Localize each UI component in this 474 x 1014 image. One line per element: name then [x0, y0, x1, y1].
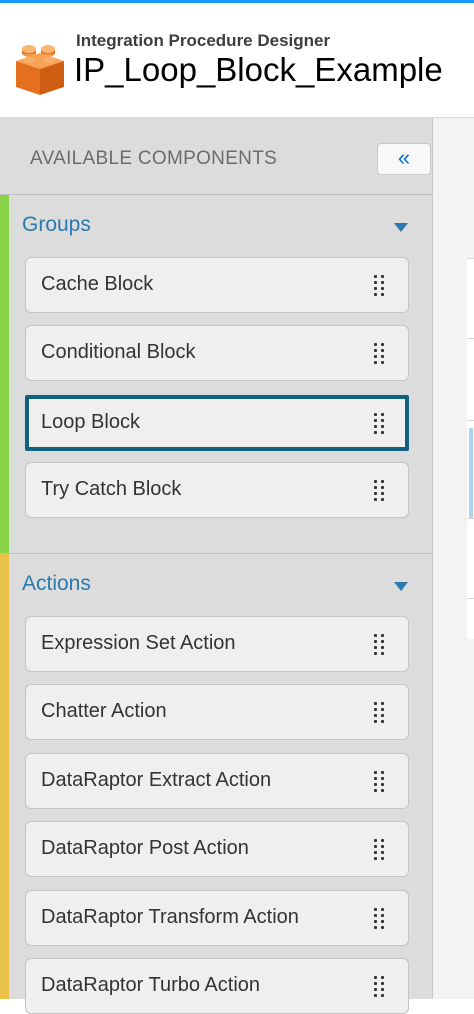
component-label: DataRaptor Extract Action [41, 769, 272, 791]
component-dataraptor-post-action[interactable]: DataRaptor Post Action [25, 821, 409, 877]
drag-handle-icon[interactable] [374, 771, 386, 792]
actions-toggle-icon[interactable] [394, 582, 408, 591]
drag-handle-icon[interactable] [374, 480, 386, 501]
component-label: Expression Set Action [41, 632, 236, 654]
page-header: Integration Procedure Designer IP_Loop_B… [0, 0, 474, 118]
double-chevron-left-icon: « [397, 145, 411, 170]
canvas-edge-segment [467, 338, 474, 421]
drag-handle-icon[interactable] [374, 634, 386, 655]
component-expression-set-action[interactable]: Expression Set Action [25, 616, 409, 672]
drag-handle-icon[interactable] [374, 839, 386, 860]
procedure-title: IP_Loop_Block_Example [74, 51, 443, 88]
component-try-catch-block[interactable]: Try Catch Block [25, 462, 409, 518]
component-label: DataRaptor Post Action [41, 837, 249, 859]
canvas-edge-segment [467, 258, 474, 339]
canvas-edge-segment [467, 518, 474, 599]
component-label: DataRaptor Turbo Action [41, 974, 261, 996]
component-loop-block[interactable]: Loop Block [25, 395, 409, 451]
drag-handle-icon[interactable] [374, 275, 386, 296]
available-components-panel: AVAILABLE COMPONENTS « Groups Cache Bloc… [0, 118, 433, 1014]
collapse-panel-button[interactable]: « [377, 143, 431, 175]
component-dataraptor-extract-action[interactable]: DataRaptor Extract Action [25, 753, 409, 809]
lego-brick-icon [16, 45, 64, 95]
component-cache-block[interactable]: Cache Block [25, 257, 409, 313]
component-label: Loop Block [41, 411, 140, 433]
canvas-edge [433, 118, 474, 999]
designer-subtitle: Integration Procedure Designer [76, 31, 331, 50]
component-label: Try Catch Block [41, 478, 182, 500]
drag-handle-icon[interactable] [374, 702, 386, 723]
component-label: Cache Block [41, 273, 154, 295]
component-chatter-action[interactable]: Chatter Action [25, 684, 409, 740]
panel-title: AVAILABLE COMPONENTS [30, 148, 278, 169]
canvas-edge-segment [467, 598, 474, 639]
actions-section: Actions Expression Set Action Chatter Ac… [0, 554, 433, 1014]
component-label: Chatter Action [41, 700, 167, 722]
groups-section-title[interactable]: Groups [22, 213, 91, 237]
drag-handle-icon[interactable] [374, 413, 386, 434]
component-dataraptor-turbo-action[interactable]: DataRaptor Turbo Action [25, 958, 409, 1014]
groups-toggle-icon[interactable] [394, 223, 408, 232]
component-conditional-block[interactable]: Conditional Block [25, 325, 409, 381]
drag-handle-icon[interactable] [374, 976, 386, 997]
component-label: Conditional Block [41, 341, 196, 363]
component-dataraptor-transform-action[interactable]: DataRaptor Transform Action [25, 890, 409, 946]
drag-handle-icon[interactable] [374, 343, 386, 364]
component-label: DataRaptor Transform Action [41, 906, 299, 928]
groups-section: Groups Cache Block Conditional Block Loo… [0, 195, 433, 553]
actions-section-title[interactable]: Actions [22, 572, 91, 596]
drag-handle-icon[interactable] [374, 908, 386, 929]
actions-accent-bar [0, 554, 9, 999]
groups-accent-bar [0, 195, 9, 553]
